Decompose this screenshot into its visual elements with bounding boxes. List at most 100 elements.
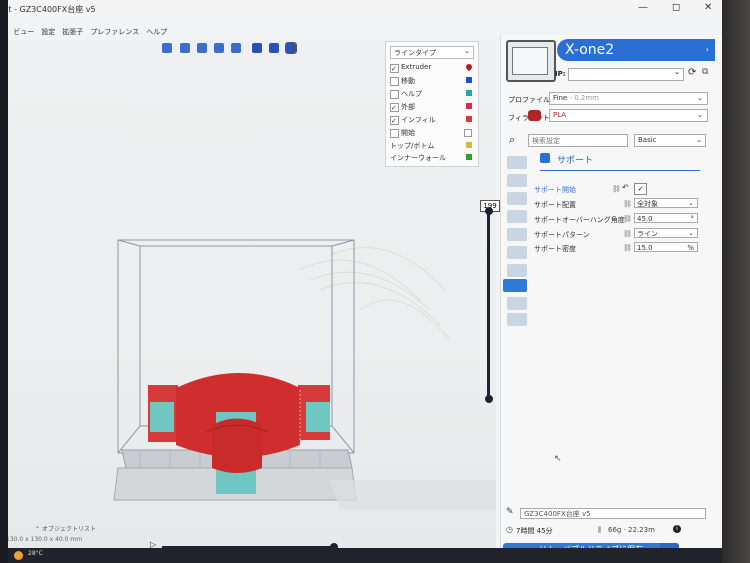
cube-front-icon[interactable]: [180, 43, 190, 53]
printer-name-button[interactable]: X-one2 ›: [557, 39, 715, 61]
section-divider: [540, 170, 700, 171]
legend-item-outer[interactable]: ✓ 外部: [390, 102, 474, 112]
color-swatch: [466, 116, 472, 122]
settings-mode-dropdown[interactable]: Basic ⌄: [634, 134, 706, 147]
menu-extensions[interactable]: 拡張子: [62, 27, 83, 39]
tab-shell[interactable]: [507, 174, 527, 187]
x-box-icon[interactable]: [269, 43, 279, 53]
legend-item-helper[interactable]: ヘルプ: [390, 89, 474, 99]
layer-slider-top-handle[interactable]: [484, 207, 493, 215]
copy-icon[interactable]: ⧉: [702, 67, 708, 77]
checkbox[interactable]: [390, 77, 399, 86]
object-dimensions: 130.0 x 130.0 x 40.0 mm: [6, 536, 83, 543]
line-type-value: ラインタイプ: [394, 49, 436, 57]
weather-icon: [14, 551, 23, 560]
chevron-up-icon: ⌃: [35, 526, 42, 533]
support-icon: [540, 153, 550, 163]
tab-infill[interactable]: [507, 192, 527, 205]
weather-temp: 28°C: [28, 550, 43, 557]
settings-mode-value: Basic: [638, 136, 657, 144]
chevron-down-icon: ⌄: [697, 94, 703, 102]
minimize-button[interactable]: —: [638, 2, 648, 13]
color-swatch: [466, 77, 472, 83]
tab-material[interactable]: [507, 210, 527, 223]
profile-value: Fine: [553, 94, 568, 102]
legend-label: 開始: [401, 129, 415, 137]
chevron-down-icon: ⌄: [674, 68, 680, 76]
color-swatch: [466, 103, 472, 109]
cube-right-icon[interactable]: [231, 43, 241, 53]
support-placement-dropdown[interactable]: 全対象 ⌄: [634, 198, 698, 208]
legend-item-extruder[interactable]: ✓ Extruder: [390, 62, 474, 73]
checkbox[interactable]: [390, 129, 399, 138]
checkbox[interactable]: ✓: [390, 116, 399, 125]
menu-settings[interactable]: 設定: [41, 27, 55, 39]
cube-top-icon[interactable]: [197, 43, 207, 53]
printer-image: [506, 40, 556, 82]
maximize-button[interactable]: ◻: [672, 2, 680, 13]
object-list-label: オブジェクトリスト: [41, 526, 96, 533]
search-icon: ⌕: [509, 133, 516, 146]
link-icon: ⛓: [612, 185, 621, 193]
info-icon[interactable]: i: [673, 525, 681, 533]
cube-iso-icon[interactable]: [162, 43, 172, 53]
profile-dropdown[interactable]: Fine - 0.2mm ⌄: [549, 92, 708, 105]
legend-item-travel[interactable]: 移動: [390, 76, 474, 86]
refresh-icon[interactable]: ⟳: [688, 67, 696, 78]
tab-travel[interactable]: [507, 246, 527, 259]
ip-label: IP:: [555, 70, 566, 78]
chevron-right-icon: ›: [705, 45, 709, 54]
line-type-dropdown[interactable]: ラインタイプ ⌄: [390, 46, 474, 59]
filament-dropdown[interactable]: PLA ⌄: [549, 109, 708, 122]
legend-item-infill[interactable]: ✓ インフィル: [390, 115, 474, 125]
legend-label: インフィル: [401, 116, 436, 124]
screen: ist - GZ3C400FX台座 v5 — ◻ ✕ e ビュー 設定 拡張子 …: [0, 0, 722, 548]
hourglass-icon[interactable]: [252, 43, 262, 53]
job-name-field[interactable]: GZ3C400FX台座 v5: [520, 508, 706, 519]
print-time: 7時間 45分: [516, 527, 553, 535]
menu-preferences[interactable]: プレファレンス: [90, 27, 139, 39]
color-swatch: [466, 90, 472, 96]
support-pattern-value: ライン: [637, 230, 658, 238]
chevron-down-icon: ⌄: [697, 111, 703, 119]
file-edit-icon[interactable]: ✎: [506, 507, 514, 517]
tab-speed[interactable]: [507, 228, 527, 241]
object-list-toggle[interactable]: ⌃ オブジェクトリスト: [35, 524, 96, 533]
checkbox[interactable]: ✓: [390, 64, 399, 73]
legend-label: 移動: [401, 77, 415, 85]
line-type-legend: ラインタイプ ⌄ ✓ Extruder 移動 ヘルプ ✓ 外部 ✓ インフィル 開始 …: [385, 41, 479, 167]
ip-dropdown[interactable]: ⌄: [568, 68, 684, 81]
layer-slider-track[interactable]: [487, 211, 490, 399]
tab-adhesion[interactable]: [507, 297, 527, 310]
checkbox[interactable]: ✓: [390, 103, 399, 112]
layers-icon[interactable]: [285, 42, 297, 54]
cube-left-icon[interactable]: [214, 43, 224, 53]
color-swatch: [464, 129, 472, 137]
monitor-bezel-right: [722, 0, 750, 563]
overhang-angle-input[interactable]: 45.0 °: [634, 213, 698, 223]
tab-cooling[interactable]: [507, 264, 527, 277]
tab-support[interactable]: [503, 279, 527, 292]
settings-search-input[interactable]: [528, 134, 628, 147]
setting-label-support-placement: サポート配置: [534, 201, 576, 209]
legend-label: 外部: [401, 103, 415, 111]
menu-view[interactable]: ビュー: [13, 27, 34, 39]
layer-slider-bottom-handle[interactable]: [484, 395, 493, 403]
menu-help[interactable]: ヘルプ: [146, 27, 167, 39]
legend-item-inner-wall: インナーウォール: [390, 153, 474, 163]
support-enable-checkbox[interactable]: ✓: [634, 183, 647, 195]
title-bar: ist - GZ3C400FX台座 v5 — ◻ ✕: [0, 0, 722, 18]
support-density-input[interactable]: 15.0%: [634, 242, 698, 252]
reset-icon[interactable]: ↶: [622, 183, 629, 192]
tab-quality[interactable]: [507, 156, 527, 169]
legend-label: トップ/ボトム: [390, 142, 435, 150]
support-placement-value: 全対象: [637, 200, 658, 208]
play-button[interactable]: ▷: [150, 540, 156, 548]
material-usage: 66g · 22.23m: [608, 526, 655, 534]
support-pattern-dropdown[interactable]: ライン ⌄: [634, 228, 698, 238]
close-button[interactable]: ✕: [704, 2, 712, 13]
checkbox[interactable]: [390, 90, 399, 99]
tab-special[interactable]: [507, 313, 527, 326]
unit-label: °: [690, 215, 695, 223]
legend-item-start[interactable]: 開始: [390, 128, 474, 138]
